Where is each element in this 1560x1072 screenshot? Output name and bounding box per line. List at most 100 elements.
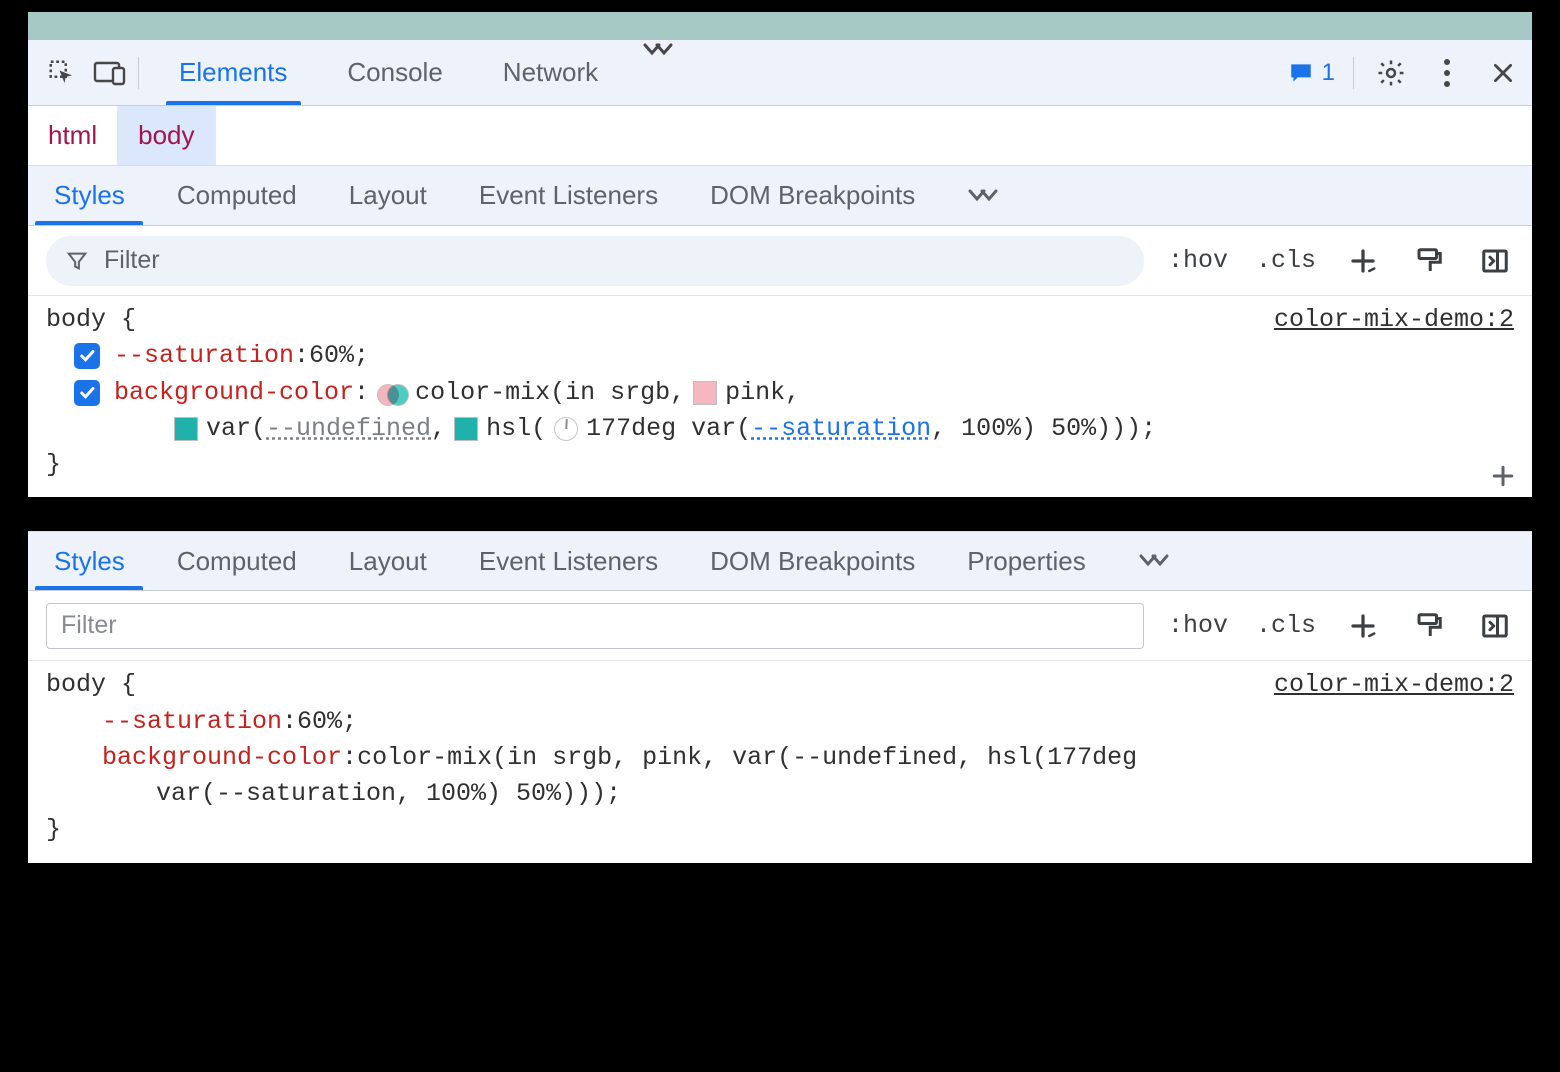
subtab-layout[interactable]: Layout xyxy=(323,166,453,225)
color-mix-swatch-icon[interactable] xyxy=(377,382,407,408)
more-subtabs-chevron-icon[interactable] xyxy=(1112,532,1196,590)
new-style-rule-icon[interactable] xyxy=(1344,607,1382,645)
crumb-label: body xyxy=(138,120,194,151)
device-toolbar-icon[interactable] xyxy=(86,49,134,97)
hov-toggle[interactable]: :hov xyxy=(1168,611,1228,640)
angle-swatch-icon[interactable] xyxy=(554,417,578,441)
css-value-part: , 100%) 50%))); xyxy=(931,411,1156,447)
tab-console[interactable]: Console xyxy=(317,40,472,105)
paint-format-icon[interactable] xyxy=(1410,607,1448,645)
subtab-label: Computed xyxy=(177,180,297,211)
subtab-label: Layout xyxy=(349,546,427,577)
tab-label: Elements xyxy=(179,57,287,88)
subtab-properties[interactable]: Properties xyxy=(941,532,1112,590)
breadcrumb-html[interactable]: html xyxy=(28,106,118,165)
hov-toggle[interactable]: :hov xyxy=(1168,246,1228,275)
devtools-toolbar: Elements Console Network 1 xyxy=(28,40,1532,106)
inspect-element-icon[interactable] xyxy=(38,49,86,97)
subtab-dom-breakpoints[interactable]: DOM Breakpoints xyxy=(684,532,941,590)
subtab-label: Layout xyxy=(349,180,427,211)
toolbar-separator xyxy=(1353,57,1354,89)
dom-breadcrumb: html body xyxy=(28,106,1532,166)
tab-elements[interactable]: Elements xyxy=(149,40,317,105)
more-tabs-chevron-icon[interactable] xyxy=(628,40,688,105)
crumb-label: html xyxy=(48,120,97,151)
add-declaration-icon[interactable] xyxy=(1488,461,1518,491)
breadcrumb-body[interactable]: body xyxy=(118,106,215,165)
subtab-label: Styles xyxy=(54,180,125,211)
style-rule-block: color-mix-demo:2 body { --saturation: 60… xyxy=(28,296,1532,497)
declaration-checkbox[interactable] xyxy=(74,343,100,369)
css-value-part: hsl( xyxy=(486,411,546,447)
declaration-background-color-cont[interactable]: var(--saturation, 100%) 50%))); xyxy=(46,776,1514,812)
declaration-background-color-cont[interactable]: var(--undefined, hsl( 177deg var(--satur… xyxy=(46,411,1514,447)
main-tabs: Elements Console Network xyxy=(149,40,688,105)
style-rule-block: color-mix-demo:2 body { --saturation: 60… xyxy=(28,661,1532,862)
css-value-part: 177deg var( xyxy=(586,411,751,447)
declaration-checkbox[interactable] xyxy=(74,380,100,406)
subtab-label: Event Listeners xyxy=(479,180,658,211)
styles-filter-input[interactable]: Filter xyxy=(46,603,1144,649)
toggle-computed-sidebar-icon[interactable] xyxy=(1476,607,1514,645)
declaration-saturation[interactable]: --saturation: 60%; xyxy=(46,704,1514,740)
declaration-saturation[interactable]: --saturation: 60%; xyxy=(46,338,1514,374)
devtools-panel-top: Elements Console Network 1 xyxy=(28,12,1532,497)
styles-filter-row: Filter :hov .cls xyxy=(28,226,1532,296)
rule-close-brace: } xyxy=(46,447,1514,483)
funnel-icon xyxy=(66,250,88,272)
subtab-label: Computed xyxy=(177,546,297,577)
css-value-part: , xyxy=(431,411,446,447)
css-var-saturation[interactable]: --saturation xyxy=(751,411,931,447)
devtools-panel-bottom: Styles Computed Layout Event Listeners D… xyxy=(28,531,1532,862)
tab-label: Network xyxy=(503,57,598,88)
close-icon[interactable] xyxy=(1484,54,1522,92)
css-value: color-mix(in srgb, pink, var(--undefined… xyxy=(357,740,1137,776)
styles-subtabs: Styles Computed Layout Event Listeners D… xyxy=(28,531,1532,591)
subtab-styles[interactable]: Styles xyxy=(28,532,151,590)
color-swatch-pink-icon[interactable] xyxy=(693,381,717,405)
subtab-computed[interactable]: Computed xyxy=(151,166,323,225)
filter-placeholder: Filter xyxy=(104,246,160,275)
styles-filter-input[interactable]: Filter xyxy=(46,236,1144,286)
cls-toggle[interactable]: .cls xyxy=(1256,246,1316,275)
cls-toggle[interactable]: .cls xyxy=(1256,611,1316,640)
subtab-label: Event Listeners xyxy=(479,546,658,577)
declaration-background-color[interactable]: background-color: color-mix(in srgb, pin… xyxy=(46,740,1514,776)
paint-format-icon[interactable] xyxy=(1410,242,1448,280)
new-style-rule-icon[interactable] xyxy=(1344,242,1382,280)
issues-badge[interactable]: 1 xyxy=(1288,59,1335,87)
css-value-part: var( xyxy=(206,411,266,447)
css-property: background-color xyxy=(114,375,354,411)
kebab-menu-icon[interactable] xyxy=(1428,54,1466,92)
color-swatch-teal-icon[interactable] xyxy=(174,417,198,441)
tab-label: Console xyxy=(347,57,442,88)
css-value-part: pink, xyxy=(725,375,800,411)
rule-source-link[interactable]: color-mix-demo:2 xyxy=(1274,302,1514,338)
more-subtabs-chevron-icon[interactable] xyxy=(941,166,1025,225)
toggle-computed-sidebar-icon[interactable] xyxy=(1476,242,1514,280)
subtab-label: DOM Breakpoints xyxy=(710,180,915,211)
color-swatch-teal-icon[interactable] xyxy=(454,417,478,441)
page-preview-strip xyxy=(28,12,1532,40)
css-var-undefined[interactable]: --undefined xyxy=(266,411,431,447)
filter-placeholder: Filter xyxy=(61,611,117,640)
styles-filter-row: Filter :hov .cls xyxy=(28,591,1532,661)
tab-network[interactable]: Network xyxy=(473,40,628,105)
rule-source-link[interactable]: color-mix-demo:2 xyxy=(1274,667,1514,703)
subtab-styles[interactable]: Styles xyxy=(28,166,151,225)
settings-gear-icon[interactable] xyxy=(1372,54,1410,92)
subtab-event-listeners[interactable]: Event Listeners xyxy=(453,532,684,590)
css-value: 60%; xyxy=(309,338,369,374)
subtab-computed[interactable]: Computed xyxy=(151,532,323,590)
rule-close-brace: } xyxy=(46,812,1514,848)
issue-count: 1 xyxy=(1322,59,1335,87)
css-value: var(--saturation, 100%) 50%))); xyxy=(156,776,621,812)
styles-subtabs: Styles Computed Layout Event Listeners D… xyxy=(28,166,1532,226)
subtab-dom-breakpoints[interactable]: DOM Breakpoints xyxy=(684,166,941,225)
subtab-label: Styles xyxy=(54,546,125,577)
subtab-layout[interactable]: Layout xyxy=(323,532,453,590)
css-property: background-color xyxy=(102,740,342,776)
declaration-background-color[interactable]: background-color: color-mix(in srgb, pin… xyxy=(46,375,1514,411)
css-value-part: color-mix(in srgb, xyxy=(415,375,685,411)
subtab-event-listeners[interactable]: Event Listeners xyxy=(453,166,684,225)
